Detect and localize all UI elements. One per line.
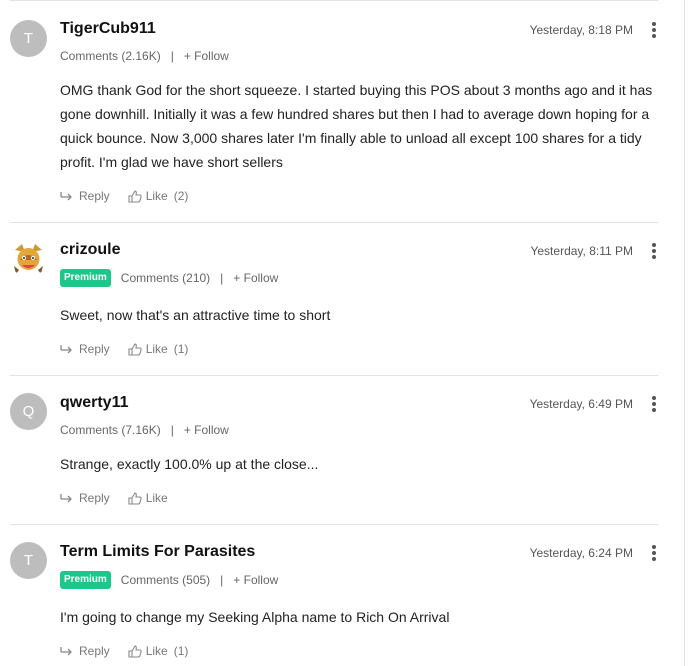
- like-count: (1): [173, 342, 189, 356]
- more-vertical-icon[interactable]: [650, 396, 658, 412]
- like-label: Like: [145, 491, 168, 505]
- meta-separator: |: [170, 49, 174, 63]
- reply-arrow-icon: [60, 345, 72, 354]
- thumbs-up-icon: [128, 491, 142, 505]
- more-vertical-icon[interactable]: [650, 545, 658, 561]
- more-vertical-icon[interactable]: [650, 22, 658, 38]
- user-meta: Comments (2.16K) | + Follow: [60, 49, 229, 63]
- avatar[interactable]: T: [10, 542, 47, 579]
- comment-text: Sweet, now that's an attractive time to …: [60, 307, 331, 323]
- username[interactable]: Term Limits For Parasites: [60, 543, 255, 561]
- like-button[interactable]: Like (2): [128, 189, 189, 203]
- like-label: Like: [145, 189, 168, 203]
- avatar-image: [10, 240, 47, 277]
- follow-button[interactable]: + Follow: [184, 49, 229, 63]
- follow-button[interactable]: + Follow: [184, 423, 229, 437]
- premium-badge: Premium: [60, 571, 111, 589]
- user-meta: Comments (7.16K) | + Follow: [60, 423, 229, 437]
- comments-count-link[interactable]: Comments (210): [121, 271, 210, 285]
- premium-badge: Premium: [60, 269, 111, 287]
- reply-label: Reply: [79, 189, 110, 203]
- meta-separator: |: [220, 573, 224, 587]
- comment-item: crizoule Yesterday, 8:11 PM Premium Comm…: [10, 223, 658, 376]
- avatar[interactable]: [10, 240, 47, 277]
- reply-button[interactable]: Reply: [60, 644, 110, 658]
- timestamp: Yesterday, 8:18 PM: [529, 23, 633, 37]
- comment-actions: Reply Like (1): [60, 342, 188, 356]
- timestamp: Yesterday, 8:11 PM: [530, 244, 633, 258]
- comment-text: Strange, exactly 100.0% up at the close.…: [60, 456, 319, 472]
- reply-label: Reply: [79, 342, 110, 356]
- comment-item: T Term Limits For Parasites Yesterday, 6…: [10, 525, 658, 666]
- timestamp: Yesterday, 6:49 PM: [529, 397, 633, 411]
- thumbs-up-icon: [128, 342, 142, 356]
- thumbs-up-icon: [128, 644, 142, 658]
- follow-button[interactable]: + Follow: [233, 573, 278, 587]
- comment-actions: Reply Like (1): [60, 644, 188, 658]
- reply-label: Reply: [79, 491, 110, 505]
- comment-text: OMG thank God for the short squeeze. I s…: [60, 82, 653, 170]
- reply-button[interactable]: Reply: [60, 189, 110, 203]
- username[interactable]: crizoule: [60, 241, 120, 259]
- like-button[interactable]: Like (1): [128, 644, 189, 658]
- like-button[interactable]: Like (1): [128, 342, 189, 356]
- username[interactable]: qwerty11: [60, 394, 128, 412]
- scrollbar-track[interactable]: [684, 0, 685, 666]
- reply-arrow-icon: [60, 647, 72, 656]
- like-count: (2): [173, 189, 189, 203]
- like-label: Like: [145, 644, 168, 658]
- username[interactable]: TigerCub911: [60, 20, 156, 38]
- reply-button[interactable]: Reply: [60, 342, 110, 356]
- follow-button[interactable]: + Follow: [233, 271, 278, 285]
- comment-actions: Reply Like: [60, 491, 174, 505]
- comment-item: T TigerCub911 Yesterday, 8:18 PM Comment…: [10, 0, 658, 223]
- comments-count-link[interactable]: Comments (2.16K): [60, 49, 161, 63]
- like-button[interactable]: Like: [128, 491, 174, 505]
- meta-separator: |: [170, 423, 174, 437]
- comment-item: Q qwerty11 Yesterday, 6:49 PM Comments (…: [10, 376, 658, 525]
- thumbs-up-icon: [128, 189, 142, 203]
- more-vertical-icon[interactable]: [650, 243, 658, 259]
- reply-arrow-icon: [60, 192, 72, 201]
- reply-arrow-icon: [60, 494, 72, 503]
- comments-count-link[interactable]: Comments (7.16K): [60, 423, 161, 437]
- comment-text: I'm going to change my Seeking Alpha nam…: [60, 609, 450, 625]
- like-label: Like: [145, 342, 168, 356]
- avatar[interactable]: T: [10, 20, 47, 57]
- timestamp: Yesterday, 6:24 PM: [529, 546, 633, 560]
- user-meta: Premium Comments (210) | + Follow: [60, 269, 278, 287]
- reply-label: Reply: [79, 644, 110, 658]
- avatar[interactable]: Q: [10, 393, 47, 430]
- comment-actions: Reply Like (2): [60, 189, 188, 203]
- comments-count-link[interactable]: Comments (505): [121, 573, 210, 587]
- like-count: (1): [173, 644, 189, 658]
- meta-separator: |: [220, 271, 224, 285]
- user-meta: Premium Comments (505) | + Follow: [60, 571, 278, 589]
- reply-button[interactable]: Reply: [60, 491, 110, 505]
